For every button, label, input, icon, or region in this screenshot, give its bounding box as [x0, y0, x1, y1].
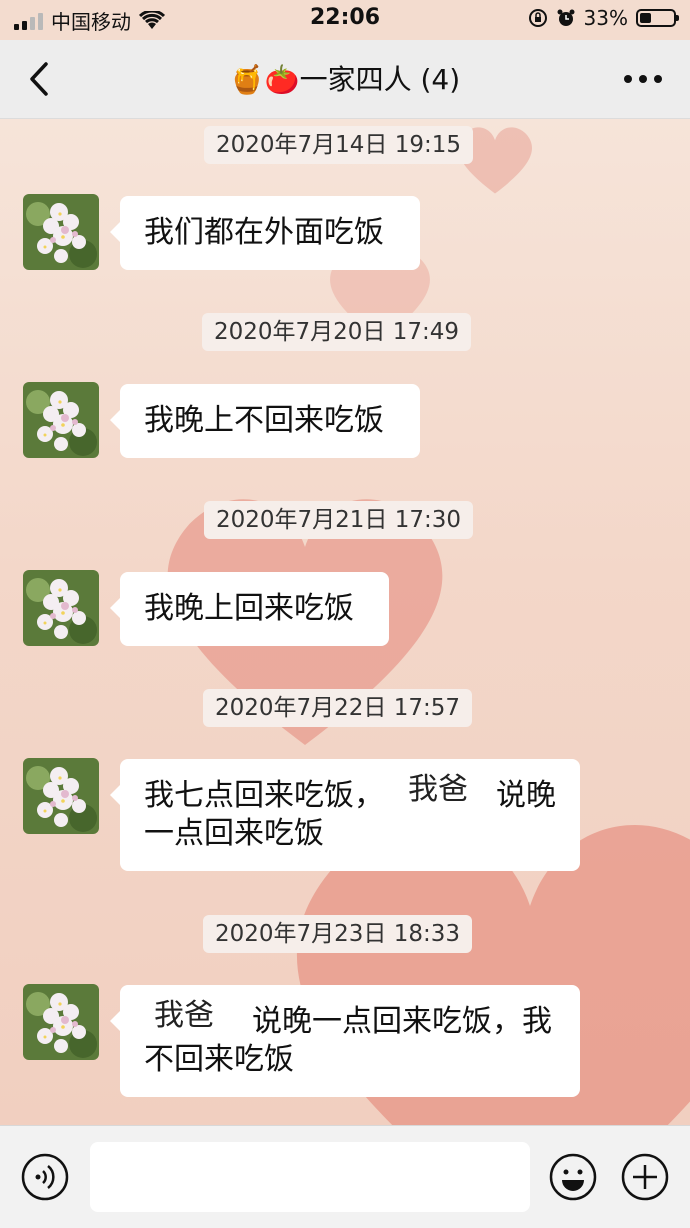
- more-icon: [624, 75, 662, 83]
- message-timestamp: 2020年7月23日 18:33: [203, 915, 473, 953]
- message-bubble[interactable]: 我晚上回来吃饭: [110, 572, 389, 646]
- chat-title: 🍯🍅一家四人 (4): [229, 63, 461, 96]
- message-bubble[interactable]: 我七点回来吃饭， 说晚 一点回来吃饭: [110, 759, 580, 871]
- battery-icon: [636, 9, 679, 27]
- add-icon: [621, 1153, 669, 1201]
- voice-icon: [21, 1153, 69, 1201]
- lock-rotation-icon: [528, 9, 547, 27]
- name-sticker: 我爸: [402, 770, 474, 810]
- message-text: 不回来吃饭: [144, 1042, 294, 1077]
- nav-bar: 🍯🍅一家四人 (4): [0, 40, 690, 119]
- add-button[interactable]: [620, 1152, 670, 1202]
- message-input[interactable]: [90, 1142, 530, 1212]
- emoji-icon: [549, 1153, 597, 1201]
- message-text: 我晚上不回来吃饭: [144, 403, 384, 438]
- message-text: 一点回来吃饭: [144, 816, 324, 851]
- status-right: 33%: [528, 6, 679, 30]
- battery-fill: [640, 13, 651, 23]
- avatar[interactable]: [23, 758, 99, 834]
- message-timestamp: 2020年7月14日 19:15: [204, 126, 474, 164]
- message-timestamp: 2020年7月22日 17:57: [203, 689, 473, 727]
- input-bar: [0, 1125, 690, 1228]
- alarm-icon: [557, 9, 575, 26]
- message-line: 我七点回来吃饭， 说晚: [144, 777, 556, 815]
- name-sticker: 我爸: [148, 996, 220, 1036]
- emoji-button[interactable]: [548, 1152, 598, 1202]
- message-timestamp: 2020年7月20日 17:49: [202, 313, 472, 351]
- status-bar: 中国移动 22:06 33%: [0, 0, 690, 40]
- message-bubble[interactable]: 我们都在外面吃饭: [110, 196, 420, 270]
- message-text: 我们都在外面吃饭: [144, 215, 384, 250]
- avatar[interactable]: [23, 984, 99, 1060]
- message-text: 我七点回来吃饭，: [144, 778, 384, 813]
- avatar[interactable]: [23, 382, 99, 458]
- message-bubble[interactable]: 我晚上不回来吃饭: [110, 384, 420, 458]
- voice-button[interactable]: [20, 1152, 70, 1202]
- more-button[interactable]: [618, 62, 668, 96]
- message-text: 我晚上回来吃饭: [144, 591, 354, 626]
- avatar[interactable]: [23, 570, 99, 646]
- message-timestamp: 2020年7月21日 17:30: [204, 501, 474, 539]
- avatar[interactable]: [23, 194, 99, 270]
- message-text: 说晚: [496, 778, 556, 813]
- battery-percent: 33%: [583, 6, 628, 30]
